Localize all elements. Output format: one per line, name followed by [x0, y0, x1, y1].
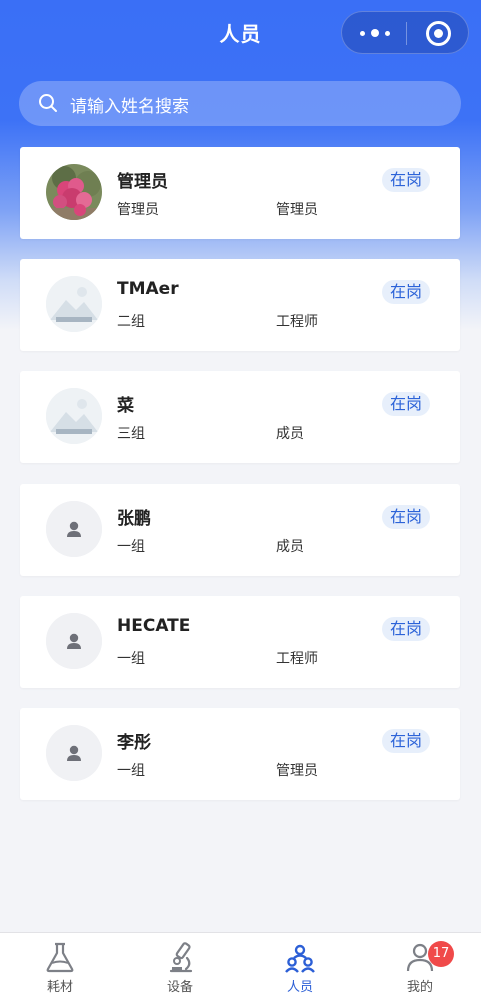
image-placeholder-icon	[46, 388, 102, 444]
avatar-photo	[46, 164, 102, 220]
microscope-icon	[169, 942, 193, 973]
search-icon	[39, 94, 57, 112]
default-user-icon	[46, 613, 102, 669]
default-user-icon	[46, 501, 102, 557]
default-user-icon	[46, 725, 102, 781]
flask-icon	[46, 942, 74, 973]
person-name: 张鹏	[117, 509, 151, 529]
more-dot-icon	[371, 29, 379, 37]
person-group: 管理员	[117, 202, 159, 218]
tab-label: 我的	[406, 980, 433, 995]
image-placeholder-icon	[46, 276, 102, 332]
status-badge: 在岗	[382, 505, 431, 529]
capsule-divider	[406, 22, 407, 45]
status-badge: 在岗	[382, 392, 431, 416]
person-name: HECATE	[117, 616, 191, 636]
person-group: 三组	[117, 426, 145, 442]
tab-consumables[interactable]: 耗材	[0, 933, 120, 1000]
person-role: 工程师	[276, 651, 318, 667]
more-dot-icon	[385, 30, 390, 36]
search-input[interactable]: 请输入姓名搜索	[70, 92, 189, 117]
person-role: 管理员	[276, 202, 318, 218]
navbar: 人员	[0, 0, 481, 66]
close-miniprogram-button[interactable]	[426, 21, 451, 46]
person-card[interactable]: 李彤 一组 管理员 在岗	[20, 708, 460, 800]
tab-label: 设备	[166, 980, 193, 995]
person-card[interactable]: TMAer 二组 工程师 在岗	[20, 259, 460, 351]
person-role: 管理员	[276, 763, 318, 779]
tab-label: 耗材	[46, 980, 73, 995]
more-dot-icon	[360, 30, 365, 36]
person-role: 工程师	[276, 314, 318, 330]
person-group: 一组	[117, 763, 145, 779]
person-role: 成员	[276, 426, 304, 442]
person-card[interactable]: 管理员 管理员 管理员 在岗	[20, 147, 460, 239]
person-name: TMAer	[117, 279, 179, 299]
status-badge: 在岗	[382, 617, 431, 641]
person-card[interactable]: HECATE 一组 工程师 在岗	[20, 596, 460, 688]
person-group: 一组	[117, 651, 145, 667]
notification-badge: 17	[428, 941, 454, 967]
person-card[interactable]: 菜 三组 成员 在岗	[20, 371, 460, 463]
tab-bar: 耗材 设备 人员 17 我的	[0, 932, 481, 1000]
person-role: 成员	[276, 539, 304, 555]
status-badge: 在岗	[382, 280, 431, 304]
status-badge: 在岗	[382, 729, 431, 753]
search-bar[interactable]: 请输入姓名搜索	[19, 81, 461, 126]
tab-people[interactable]: 人员	[240, 933, 360, 1000]
miniprogram-capsule	[341, 11, 469, 54]
person-name: 菜	[117, 396, 134, 416]
people-icon	[285, 944, 315, 973]
person-card[interactable]: 张鹏 一组 成员 在岗	[20, 484, 460, 576]
person-name: 管理员	[117, 172, 168, 192]
person-group: 二组	[117, 314, 145, 330]
person-group: 一组	[117, 539, 145, 555]
more-menu-button[interactable]	[360, 26, 390, 40]
tab-label: 人员	[286, 980, 313, 995]
person-name: 李彤	[117, 733, 151, 753]
status-badge: 在岗	[382, 168, 431, 192]
tab-mine[interactable]: 17 我的	[360, 933, 480, 1000]
tab-equipment[interactable]: 设备	[120, 933, 240, 1000]
